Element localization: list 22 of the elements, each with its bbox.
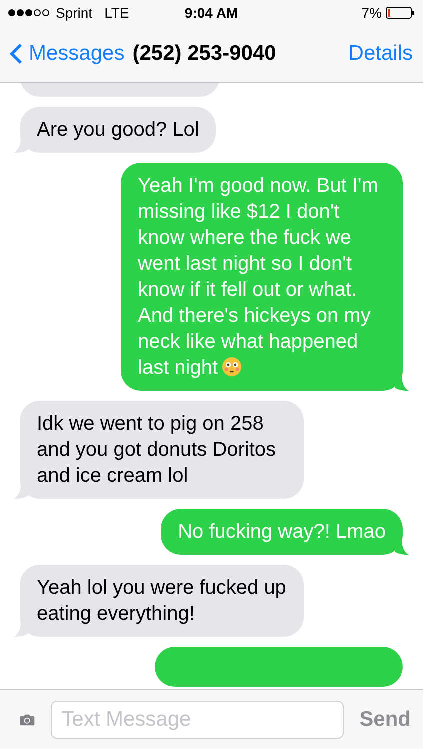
message-input-field[interactable]: Text Message (50, 700, 344, 738)
contact-title: (252) 253-9040 (132, 42, 278, 66)
message-bubble: No fucking way?! Lmao (161, 509, 403, 555)
details-button[interactable]: Details (348, 42, 413, 66)
bubble-tail-icon (395, 539, 409, 555)
bubble-tail-icon (14, 621, 28, 637)
message-bubble: Are you good? Lol (20, 107, 216, 153)
send-button[interactable]: Send (360, 708, 411, 732)
message-bubble: Yeah lol you were fucked up eating everything! (20, 565, 304, 637)
signal-icon (8, 9, 52, 17)
bubble-tail-icon (14, 137, 28, 153)
bubble-tail-icon (395, 375, 409, 391)
battery-icon (386, 7, 416, 19)
bubble-tail-icon (14, 483, 28, 499)
network-type: LTE (104, 5, 130, 21)
message-bubble: Yeah I'm good now. But I'm missing like $12 I don't know where the fuck we went last night so I don't know if it fell out or what. And there's hickeys on my neck like what happened last night (121, 163, 403, 391)
carrier-name: Sprint (56, 5, 93, 21)
clock: 9:04 AM (184, 5, 238, 21)
back-chevron-icon (10, 43, 23, 65)
back-button[interactable]: Messages (10, 42, 125, 66)
message-bubble: Idk we went to pig on 258 and you got donuts Doritos and ice cream lol (20, 401, 304, 499)
battery-percent: 7% (362, 5, 382, 21)
